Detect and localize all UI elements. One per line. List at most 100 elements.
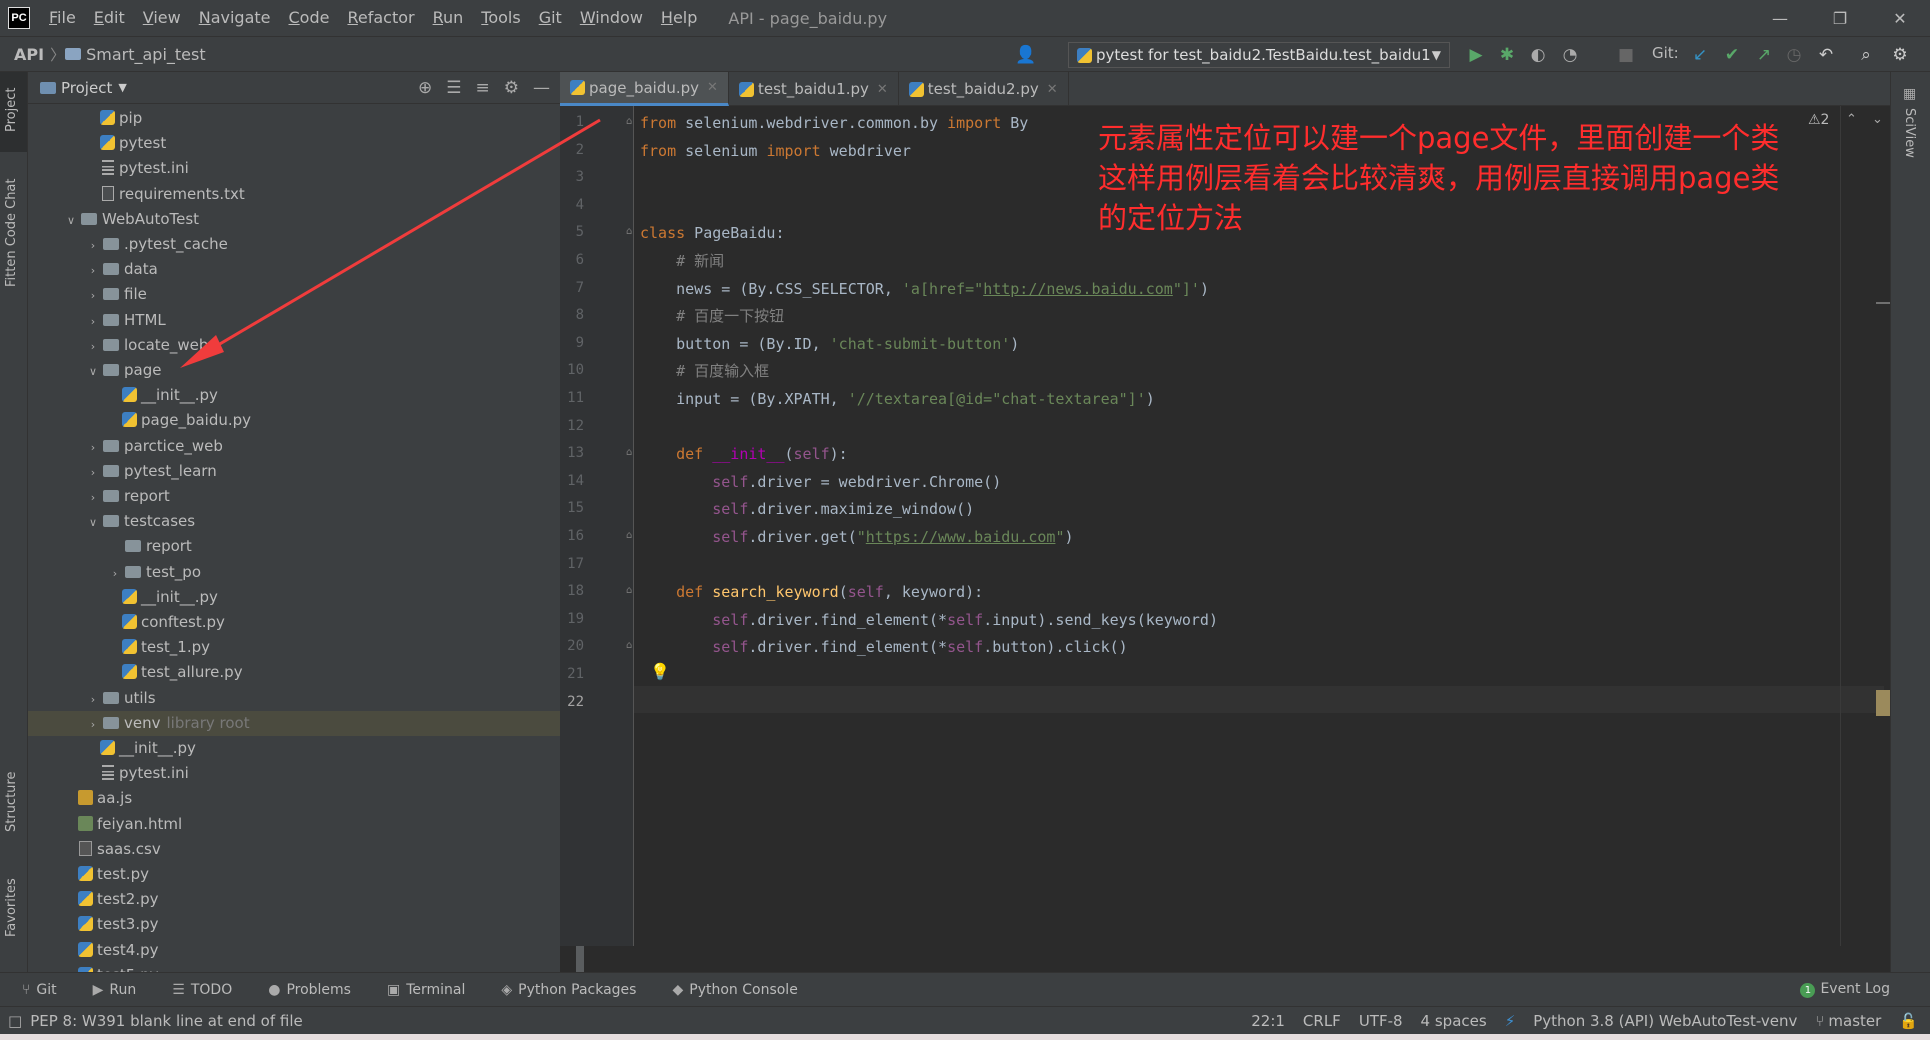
todo-tool-button[interactable]: ☰ TODO	[172, 982, 246, 998]
tree-item[interactable]: __init__.py	[28, 736, 560, 761]
code-line[interactable]: self.driver = webdriver.Chrome()	[640, 469, 1001, 496]
tree-item[interactable]: ∨ page	[28, 358, 560, 383]
breadcrumb-project[interactable]: Smart_api_test	[86, 45, 212, 64]
code-line[interactable]: # 百度一下按钮	[640, 303, 784, 330]
tree-item[interactable]: › file	[28, 282, 560, 307]
settings-icon[interactable]: ⚙	[1890, 45, 1910, 65]
run-icon[interactable]: ▶	[1466, 45, 1486, 65]
tree-item[interactable]: test_1.py	[28, 635, 560, 660]
chevron-up-icon[interactable]: ⌃	[1846, 112, 1857, 127]
code-line[interactable]: news = (By.CSS_SELECTOR, 'a[href="http:/…	[640, 276, 1209, 303]
tree-item[interactable]: › pytest_learn	[28, 459, 560, 484]
close-tab-icon[interactable]: ✕	[707, 80, 718, 95]
chevron-right-icon[interactable]: ›	[86, 233, 100, 258]
code-line[interactable]: def search_keyword(self, keyword):	[640, 579, 983, 606]
tab-page-baidu[interactable]: page_baidu.py ✕	[560, 72, 729, 106]
code-line[interactable]: input = (By.XPATH, '//textarea[@id="chat…	[640, 386, 1155, 413]
tree-item[interactable]: › .pytest_cache	[28, 232, 560, 257]
collapse-all-icon[interactable]: ≡	[476, 78, 490, 98]
tree-item[interactable]: pytest	[28, 131, 560, 156]
tree-item[interactable]: aa.js	[28, 786, 560, 811]
project-tool-tab[interactable]: Project	[4, 88, 19, 132]
terminal-tool-button[interactable]: ▣ Terminal	[387, 982, 479, 998]
chevron-down-icon[interactable]: ∨	[86, 359, 100, 384]
chevron-right-icon[interactable]: ›	[86, 334, 100, 359]
tree-item[interactable]: › parctice_web	[28, 434, 560, 459]
lock-icon[interactable]: 🔓	[1899, 1012, 1918, 1030]
tree-item[interactable]: pip	[28, 106, 560, 131]
chevron-right-icon[interactable]: ›	[86, 687, 100, 712]
tree-item[interactable]: ∨ WebAutoTest	[28, 207, 560, 232]
tab-test-baidu1[interactable]: test_baidu1.py ✕	[729, 72, 899, 106]
problems-tool-button[interactable]: ● Problems	[268, 982, 365, 998]
code-line[interactable]: self.driver.maximize_window()	[640, 496, 974, 523]
chevron-down-icon[interactable]: ∨	[64, 208, 78, 233]
chevron-right-icon[interactable]: ›	[86, 309, 100, 334]
git-update-icon[interactable]: ↙	[1690, 45, 1710, 65]
tree-item[interactable]: test_allure.py	[28, 660, 560, 685]
python-interpreter[interactable]: Python 3.8 (API) WebAutoTest-venv	[1533, 1012, 1797, 1030]
status-square-icon[interactable]: □	[8, 1012, 22, 1030]
locate-icon[interactable]: ⊕	[418, 78, 432, 98]
favorites-tool-tab[interactable]: Favorites	[4, 878, 19, 937]
menu-file[interactable]: File	[40, 0, 85, 36]
tree-item[interactable]: saas.csv	[28, 837, 560, 862]
menu-run[interactable]: Run	[424, 0, 473, 36]
python-packages-tool-button[interactable]: ◈ Python Packages	[501, 982, 650, 998]
git-branch[interactable]: ⑂ master	[1815, 1012, 1881, 1030]
git-push-icon[interactable]: ↗	[1754, 45, 1774, 65]
tree-item[interactable]: › report	[28, 484, 560, 509]
code-line[interactable]: def __init__(self):	[640, 441, 848, 468]
code-line[interactable]: self.driver.find_element(*self.input).se…	[640, 607, 1218, 634]
tree-item[interactable]: ∨ testcases	[28, 509, 560, 534]
gear-icon[interactable]: ⚙	[504, 78, 519, 98]
coverage-icon[interactable]: ◐	[1528, 45, 1548, 65]
fitten-icon[interactable]: ⚡	[1505, 1012, 1516, 1030]
tree-item[interactable]: __init__.py	[28, 383, 560, 408]
expand-all-icon[interactable]: ☰	[446, 78, 461, 98]
code-line[interactable]: from selenium.webdriver.common.by import…	[640, 110, 1028, 137]
chevron-right-icon[interactable]: ›	[86, 712, 100, 737]
stop-icon[interactable]: ■	[1616, 45, 1636, 65]
history-icon[interactable]: ◷	[1784, 45, 1804, 65]
git-tool-button[interactable]: ⑂ Git	[22, 982, 71, 998]
tree-item[interactable]: test5.py	[28, 963, 560, 972]
restore-button[interactable]: ❐	[1810, 0, 1870, 36]
code-line[interactable]: from selenium import webdriver	[640, 138, 911, 165]
file-encoding[interactable]: UTF-8	[1359, 1012, 1403, 1030]
event-log-button[interactable]: 1 Event Log	[1800, 981, 1890, 998]
chevron-right-icon[interactable]: ›	[108, 561, 122, 586]
project-panel-title[interactable]: Project	[61, 79, 112, 97]
fitten-code-tool-tab[interactable]: Fitten Code Chat	[4, 178, 19, 287]
tree-item[interactable]: feiyan.html	[28, 812, 560, 837]
profile-icon[interactable]: ◔	[1560, 45, 1580, 65]
chevron-right-icon[interactable]: ›	[86, 460, 100, 485]
tree-item[interactable]: __init__.py	[28, 585, 560, 610]
git-commit-icon[interactable]: ✔	[1722, 45, 1742, 65]
menu-code[interactable]: Code	[280, 0, 339, 36]
close-tab-icon[interactable]: ✕	[1047, 82, 1058, 97]
code-line[interactable]: self.driver.find_element(*self.button).c…	[640, 634, 1127, 661]
code-line[interactable]: # 新闻	[640, 248, 724, 275]
close-tab-icon[interactable]: ✕	[877, 82, 888, 97]
close-window-button[interactable]: ✕	[1870, 0, 1930, 36]
chevron-right-icon[interactable]: ›	[86, 435, 100, 460]
tree-item[interactable]: › venv library root	[28, 710, 560, 737]
tab-test-baidu2[interactable]: test_baidu2.py ✕	[899, 72, 1069, 106]
python-console-tool-button[interactable]: ◆ Python Console	[672, 982, 811, 998]
tree-item[interactable]: › HTML	[28, 308, 560, 333]
tree-item[interactable]: › test_po	[28, 560, 560, 585]
breadcrumb-root[interactable]: API	[8, 45, 50, 64]
run-configuration-select[interactable]: pytest for test_baidu2.TestBaidu.test_ba…	[1068, 42, 1450, 68]
menu-window[interactable]: Window	[571, 0, 652, 36]
menu-navigate[interactable]: Navigate	[190, 0, 280, 36]
tree-item[interactable]: › data	[28, 257, 560, 282]
caret-position[interactable]: 22:1	[1251, 1012, 1285, 1030]
tree-item[interactable]: page_baidu.py	[28, 408, 560, 433]
menu-tools[interactable]: Tools	[472, 0, 529, 36]
code-line[interactable]: self.driver.get("https://www.baidu.com")	[640, 524, 1073, 551]
tree-item[interactable]: conftest.py	[28, 610, 560, 635]
minimize-button[interactable]: —	[1750, 0, 1810, 36]
chevron-right-icon[interactable]: ›	[86, 258, 100, 283]
tree-item[interactable]: test3.py	[28, 912, 560, 937]
